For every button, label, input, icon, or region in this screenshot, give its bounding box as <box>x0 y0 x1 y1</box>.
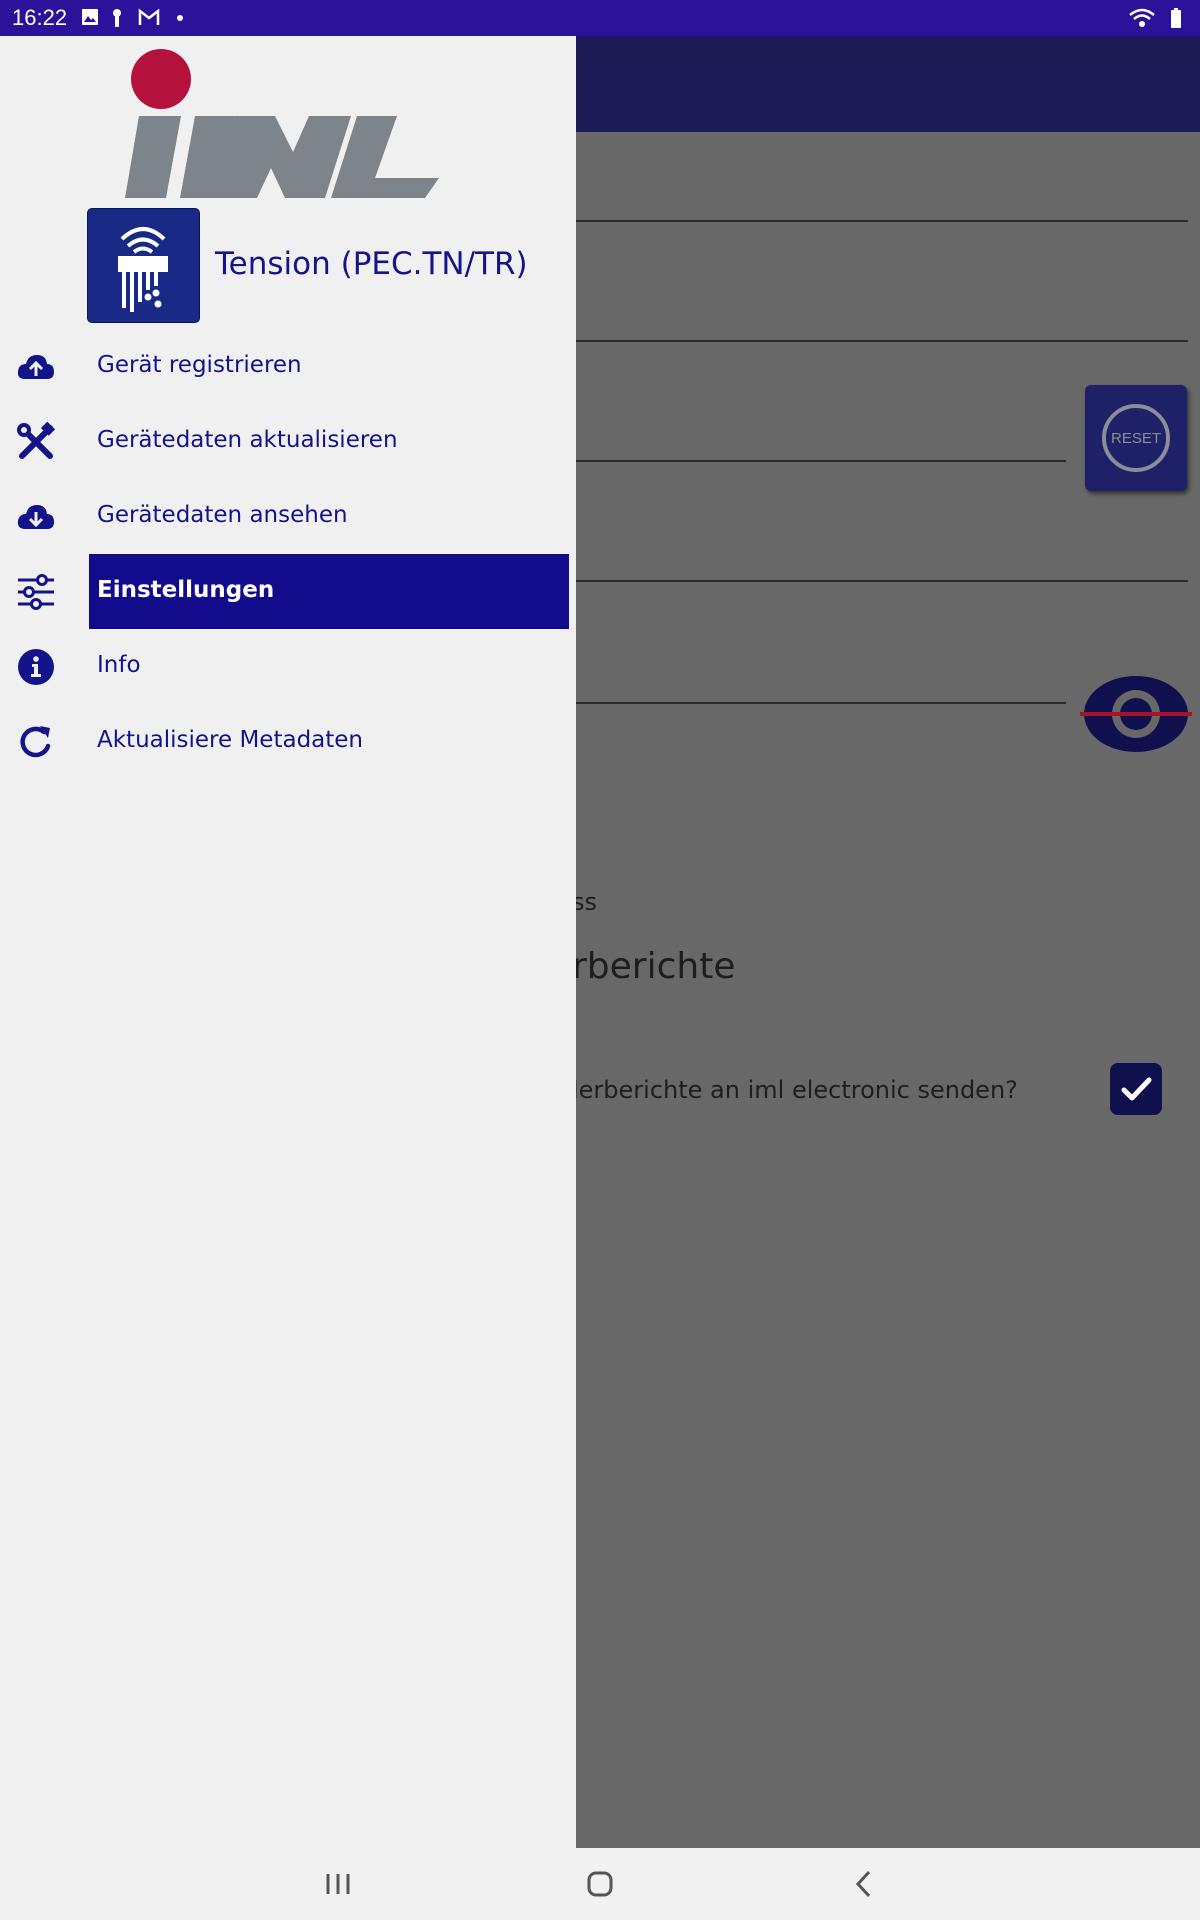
menu-label: Gerätedaten aktualisieren <box>97 427 398 453</box>
info-icon <box>18 649 54 685</box>
section-heading-fragment: rberichte <box>572 946 736 987</box>
wifi-icon <box>1129 8 1155 27</box>
status-system-icons <box>1129 8 1181 28</box>
error-report-question: lerberichte an iml electronic senden? <box>572 1076 1018 1104</box>
checkmark-icon <box>1121 1077 1152 1101</box>
status-bar: 16:22 <box>0 0 1200 36</box>
menu-item-settings[interactable]: Einstellungen <box>0 554 576 629</box>
field-underline <box>576 702 1066 704</box>
recent-apps-icon[interactable] <box>318 1864 358 1904</box>
password-visibility-icon[interactable] <box>1080 672 1192 756</box>
menu-item-update-device-data[interactable]: Gerätedaten aktualisieren <box>0 404 576 479</box>
dot-icon <box>177 15 183 21</box>
device-tension-icon <box>88 209 199 322</box>
menu-label: Gerät registrieren <box>97 352 302 378</box>
menu-item-register-device[interactable]: Gerät registrieren <box>0 329 576 404</box>
sliders-icon <box>18 574 54 610</box>
refresh-icon <box>20 726 51 758</box>
image-icon <box>82 9 98 25</box>
menu-item-refresh-metadata[interactable]: Aktualisiere Metadaten <box>0 704 576 779</box>
menu-item-info[interactable]: Info <box>0 629 576 704</box>
reset-button[interactable]: RESET <box>1085 385 1187 491</box>
cloud-upload-icon <box>17 355 54 379</box>
status-time: 16:22 <box>12 5 68 30</box>
menu-item-view-device-data[interactable]: Gerätedaten ansehen <box>0 479 576 554</box>
field-underline <box>576 460 1066 462</box>
field-underline <box>576 340 1188 342</box>
home-icon[interactable] <box>580 1864 620 1904</box>
battery-icon <box>1171 8 1181 28</box>
back-icon[interactable] <box>844 1864 884 1904</box>
iml-logo <box>125 49 439 198</box>
device-title: Tension (PEC.TN/TR) <box>215 246 528 282</box>
reset-label: RESET <box>1111 430 1161 447</box>
cloud-download-icon <box>17 505 54 529</box>
menu-label: Gerätedaten ansehen <box>97 502 348 528</box>
menu-label: Info <box>97 652 141 678</box>
key-icon <box>113 9 121 27</box>
navigation-drawer: Tension (PEC.TN/TR) Gerät registrieren G… <box>0 36 576 1848</box>
tools-icon <box>17 422 56 459</box>
reset-icon: RESET <box>1102 404 1170 472</box>
send-reports-checkbox[interactable] <box>1110 1063 1162 1115</box>
field-underline <box>576 220 1188 222</box>
menu-label: Aktualisiere Metadaten <box>97 727 364 753</box>
menu-label: Einstellungen <box>97 577 275 603</box>
system-nav-bar <box>0 1848 1200 1920</box>
status-notification-icons <box>82 8 183 27</box>
gmail-icon <box>138 8 160 25</box>
field-underline <box>576 580 1188 582</box>
